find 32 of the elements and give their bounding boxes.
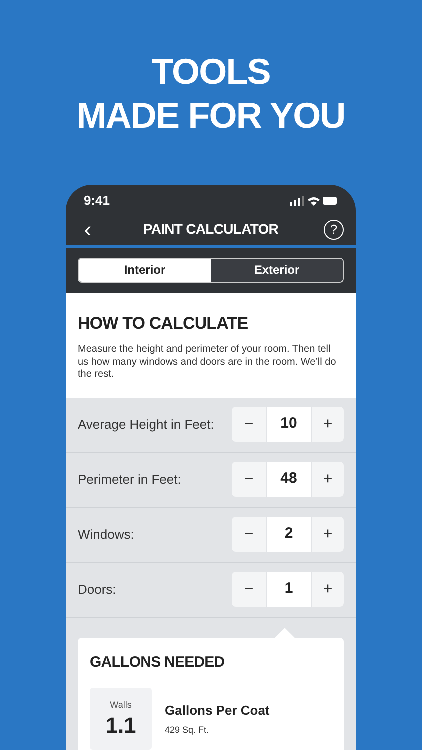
back-button[interactable]: ‹ (78, 218, 98, 241)
increment-button[interactable]: + (312, 462, 344, 497)
stepper-value: 10 (267, 407, 311, 442)
tile-value: 1.1 (106, 712, 136, 740)
decrement-button[interactable]: − (232, 572, 266, 607)
section-title: HOW TO CALCULATE (78, 312, 250, 334)
status-time: 9:41 (84, 192, 110, 210)
tile-label: Walls (110, 698, 132, 712)
input-label: Windows: (78, 526, 134, 544)
segment-tab[interactable]: Exterior (211, 258, 343, 282)
input-label: Doors: (78, 580, 116, 599)
result-detail: 429 Sq. Ft. (165, 724, 210, 737)
help-button[interactable]: ? (324, 220, 344, 240)
decrement-button[interactable]: − (232, 407, 266, 442)
segment-tab[interactable]: Interior (79, 258, 211, 282)
decrement-button[interactable]: − (232, 517, 266, 552)
status-icons (290, 196, 338, 206)
increment-button[interactable]: + (312, 572, 344, 607)
headline: MADE FOR YOU (76, 94, 346, 138)
stepper-value: 48 (267, 462, 311, 497)
stepper-value: 2 (267, 517, 311, 552)
screen-title: PAINT CALCULATOR (143, 220, 279, 240)
decrement-button[interactable]: − (232, 462, 266, 497)
headline: TOOLS (152, 50, 270, 94)
increment-button[interactable]: + (312, 407, 344, 442)
result-heading: Gallons Per Coat (165, 702, 270, 720)
results-title: GALLONS NEEDED (90, 652, 226, 672)
instructions-text: Measure the height and perimeter of your room. Then tell us how many windows and doors are in the room. We’ll do the rest. (78, 344, 338, 382)
increment-button[interactable]: + (312, 517, 344, 552)
stepper-value: 1 (267, 572, 311, 607)
input-label: Perimeter in Feet: (78, 470, 182, 489)
input-label: Average Height in Feet: (78, 416, 214, 434)
